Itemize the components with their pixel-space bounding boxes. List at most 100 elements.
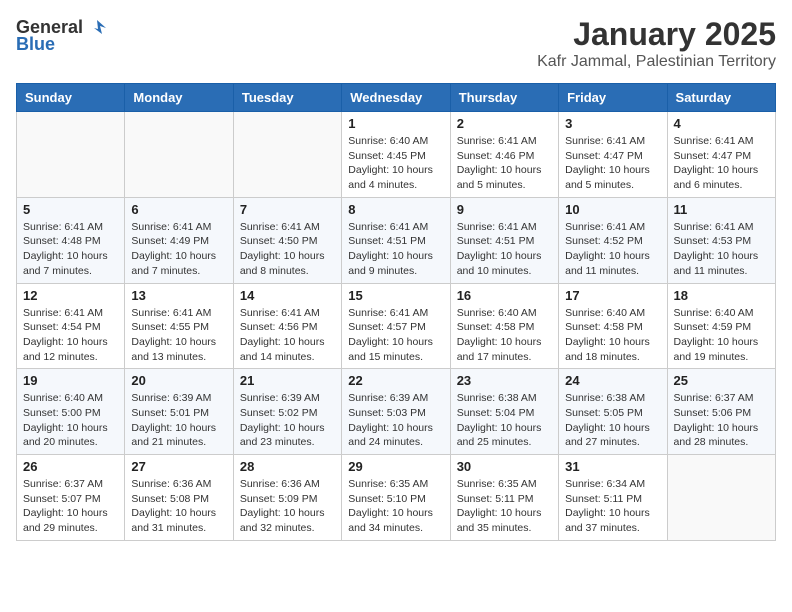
day-info: Sunrise: 6:41 AM Sunset: 4:53 PM Dayligh… [674, 220, 769, 279]
column-header-friday: Friday [559, 84, 667, 112]
day-info: Sunrise: 6:35 AM Sunset: 5:10 PM Dayligh… [348, 477, 443, 536]
calendar-cell: 29 Sunrise: 6:35 AM Sunset: 5:10 PM Dayli… [342, 455, 450, 541]
calendar-cell: 1 Sunrise: 6:40 AM Sunset: 4:45 PM Daylig… [342, 112, 450, 198]
day-number: 19 [23, 373, 118, 388]
calendar-cell: 15 Sunrise: 6:41 AM Sunset: 4:57 PM Dayli… [342, 283, 450, 369]
day-info: Sunrise: 6:41 AM Sunset: 4:56 PM Dayligh… [240, 306, 335, 365]
day-number: 7 [240, 202, 335, 217]
day-info: Sunrise: 6:41 AM Sunset: 4:50 PM Dayligh… [240, 220, 335, 279]
day-info: Sunrise: 6:38 AM Sunset: 5:05 PM Dayligh… [565, 391, 660, 450]
calendar-cell: 7 Sunrise: 6:41 AM Sunset: 4:50 PM Daylig… [233, 197, 341, 283]
day-info: Sunrise: 6:40 AM Sunset: 5:00 PM Dayligh… [23, 391, 118, 450]
location-title: Kafr Jammal, Palestinian Territory [537, 53, 776, 71]
day-number: 10 [565, 202, 660, 217]
calendar-week-row: 1 Sunrise: 6:40 AM Sunset: 4:45 PM Daylig… [17, 112, 776, 198]
calendar-cell: 30 Sunrise: 6:35 AM Sunset: 5:11 PM Dayli… [450, 455, 558, 541]
calendar-cell [667, 455, 775, 541]
day-info: Sunrise: 6:40 AM Sunset: 4:45 PM Dayligh… [348, 134, 443, 193]
day-number: 27 [131, 459, 226, 474]
day-number: 23 [457, 373, 552, 388]
calendar-cell: 6Sunrise: 6:41 AM Sunset: 4:49 PM Daylig… [125, 197, 233, 283]
calendar-cell: 20 Sunrise: 6:39 AM Sunset: 5:01 PM Dayli… [125, 369, 233, 455]
day-number: 18 [674, 288, 769, 303]
day-info: Sunrise: 6:41 AM Sunset: 4:48 PM Dayligh… [23, 220, 118, 279]
day-info: Sunrise: 6:41 AM Sunset: 4:51 PM Dayligh… [457, 220, 552, 279]
day-number: 30 [457, 459, 552, 474]
day-info: Sunrise: 6:39 AM Sunset: 5:01 PM Dayligh… [131, 391, 226, 450]
day-number: 15 [348, 288, 443, 303]
day-info: Sunrise: 6:41 AM Sunset: 4:46 PM Dayligh… [457, 134, 552, 193]
calendar-cell: 23 Sunrise: 6:38 AM Sunset: 5:04 PM Dayli… [450, 369, 558, 455]
calendar-cell [17, 112, 125, 198]
day-info: Sunrise: 6:41 AM Sunset: 4:47 PM Dayligh… [674, 134, 769, 193]
calendar-cell: 12 Sunrise: 6:41 AM Sunset: 4:54 PM Dayli… [17, 283, 125, 369]
day-info: Sunrise: 6:41 AM Sunset: 4:47 PM Dayligh… [565, 134, 660, 193]
calendar-cell: 27 Sunrise: 6:36 AM Sunset: 5:08 PM Dayli… [125, 455, 233, 541]
day-number: 20 [131, 373, 226, 388]
day-number: 5 [23, 202, 118, 217]
calendar-cell: 10 Sunrise: 6:41 AM Sunset: 4:52 PM Dayli… [559, 197, 667, 283]
calendar-cell: 18Sunrise: 6:40 AM Sunset: 4:59 PM Dayli… [667, 283, 775, 369]
day-info: Sunrise: 6:39 AM Sunset: 5:03 PM Dayligh… [348, 391, 443, 450]
calendar-table: SundayMondayTuesdayWednesdayThursdayFrid… [16, 83, 776, 541]
calendar-cell: 9 Sunrise: 6:41 AM Sunset: 4:51 PM Daylig… [450, 197, 558, 283]
day-info: Sunrise: 6:38 AM Sunset: 5:04 PM Dayligh… [457, 391, 552, 450]
calendar-cell: 31 Sunrise: 6:34 AM Sunset: 5:11 PM Dayli… [559, 455, 667, 541]
day-number: 11 [674, 202, 769, 217]
day-number: 1 [348, 116, 443, 131]
calendar-cell: 19 Sunrise: 6:40 AM Sunset: 5:00 PM Dayli… [17, 369, 125, 455]
column-header-tuesday: Tuesday [233, 84, 341, 112]
calendar-cell: 5 Sunrise: 6:41 AM Sunset: 4:48 PM Daylig… [17, 197, 125, 283]
day-number: 31 [565, 459, 660, 474]
calendar-cell: 2Sunrise: 6:41 AM Sunset: 4:46 PM Daylig… [450, 112, 558, 198]
day-number: 12 [23, 288, 118, 303]
column-header-thursday: Thursday [450, 84, 558, 112]
day-info: Sunrise: 6:40 AM Sunset: 4:58 PM Dayligh… [565, 306, 660, 365]
day-number: 21 [240, 373, 335, 388]
column-header-monday: Monday [125, 84, 233, 112]
day-info: Sunrise: 6:35 AM Sunset: 5:11 PM Dayligh… [457, 477, 552, 536]
calendar-cell: 22Sunrise: 6:39 AM Sunset: 5:03 PM Dayli… [342, 369, 450, 455]
day-info: Sunrise: 6:36 AM Sunset: 5:08 PM Dayligh… [131, 477, 226, 536]
calendar-week-row: 26Sunrise: 6:37 AM Sunset: 5:07 PM Dayli… [17, 455, 776, 541]
calendar-header-row: SundayMondayTuesdayWednesdayThursdayFrid… [17, 84, 776, 112]
calendar-cell: 4Sunrise: 6:41 AM Sunset: 4:47 PM Daylig… [667, 112, 775, 198]
logo-bird-icon [86, 16, 108, 38]
day-info: Sunrise: 6:39 AM Sunset: 5:02 PM Dayligh… [240, 391, 335, 450]
calendar-cell: 13 Sunrise: 6:41 AM Sunset: 4:55 PM Dayli… [125, 283, 233, 369]
day-info: Sunrise: 6:41 AM Sunset: 4:57 PM Dayligh… [348, 306, 443, 365]
day-number: 25 [674, 373, 769, 388]
calendar-week-row: 19 Sunrise: 6:40 AM Sunset: 5:00 PM Dayli… [17, 369, 776, 455]
calendar-cell: 24Sunrise: 6:38 AM Sunset: 5:05 PM Dayli… [559, 369, 667, 455]
day-number: 3 [565, 116, 660, 131]
day-number: 28 [240, 459, 335, 474]
calendar-cell: 14Sunrise: 6:41 AM Sunset: 4:56 PM Dayli… [233, 283, 341, 369]
day-number: 6 [131, 202, 226, 217]
column-header-sunday: Sunday [17, 84, 125, 112]
calendar-cell: 8 Sunrise: 6:41 AM Sunset: 4:51 PM Daylig… [342, 197, 450, 283]
day-number: 9 [457, 202, 552, 217]
day-number: 17 [565, 288, 660, 303]
day-info: Sunrise: 6:41 AM Sunset: 4:55 PM Dayligh… [131, 306, 226, 365]
calendar-cell: 21 Sunrise: 6:39 AM Sunset: 5:02 PM Dayli… [233, 369, 341, 455]
calendar-cell: 17 Sunrise: 6:40 AM Sunset: 4:58 PM Dayli… [559, 283, 667, 369]
day-info: Sunrise: 6:41 AM Sunset: 4:52 PM Dayligh… [565, 220, 660, 279]
day-info: Sunrise: 6:37 AM Sunset: 5:06 PM Dayligh… [674, 391, 769, 450]
calendar-cell: 11 Sunrise: 6:41 AM Sunset: 4:53 PM Dayli… [667, 197, 775, 283]
day-info: Sunrise: 6:36 AM Sunset: 5:09 PM Dayligh… [240, 477, 335, 536]
calendar-cell: 25 Sunrise: 6:37 AM Sunset: 5:06 PM Dayli… [667, 369, 775, 455]
day-number: 16 [457, 288, 552, 303]
day-number: 29 [348, 459, 443, 474]
day-number: 8 [348, 202, 443, 217]
calendar-cell [125, 112, 233, 198]
day-info: Sunrise: 6:41 AM Sunset: 4:54 PM Dayligh… [23, 306, 118, 365]
month-title: January 2025 [537, 16, 776, 53]
day-info: Sunrise: 6:41 AM Sunset: 4:51 PM Dayligh… [348, 220, 443, 279]
day-number: 13 [131, 288, 226, 303]
page-header: General Blue January 2025 Kafr Jammal, P… [16, 16, 776, 71]
calendar-week-row: 5 Sunrise: 6:41 AM Sunset: 4:48 PM Daylig… [17, 197, 776, 283]
day-info: Sunrise: 6:37 AM Sunset: 5:07 PM Dayligh… [23, 477, 118, 536]
day-info: Sunrise: 6:40 AM Sunset: 4:58 PM Dayligh… [457, 306, 552, 365]
day-info: Sunrise: 6:34 AM Sunset: 5:11 PM Dayligh… [565, 477, 660, 536]
title-block: January 2025 Kafr Jammal, Palestinian Te… [537, 16, 776, 71]
